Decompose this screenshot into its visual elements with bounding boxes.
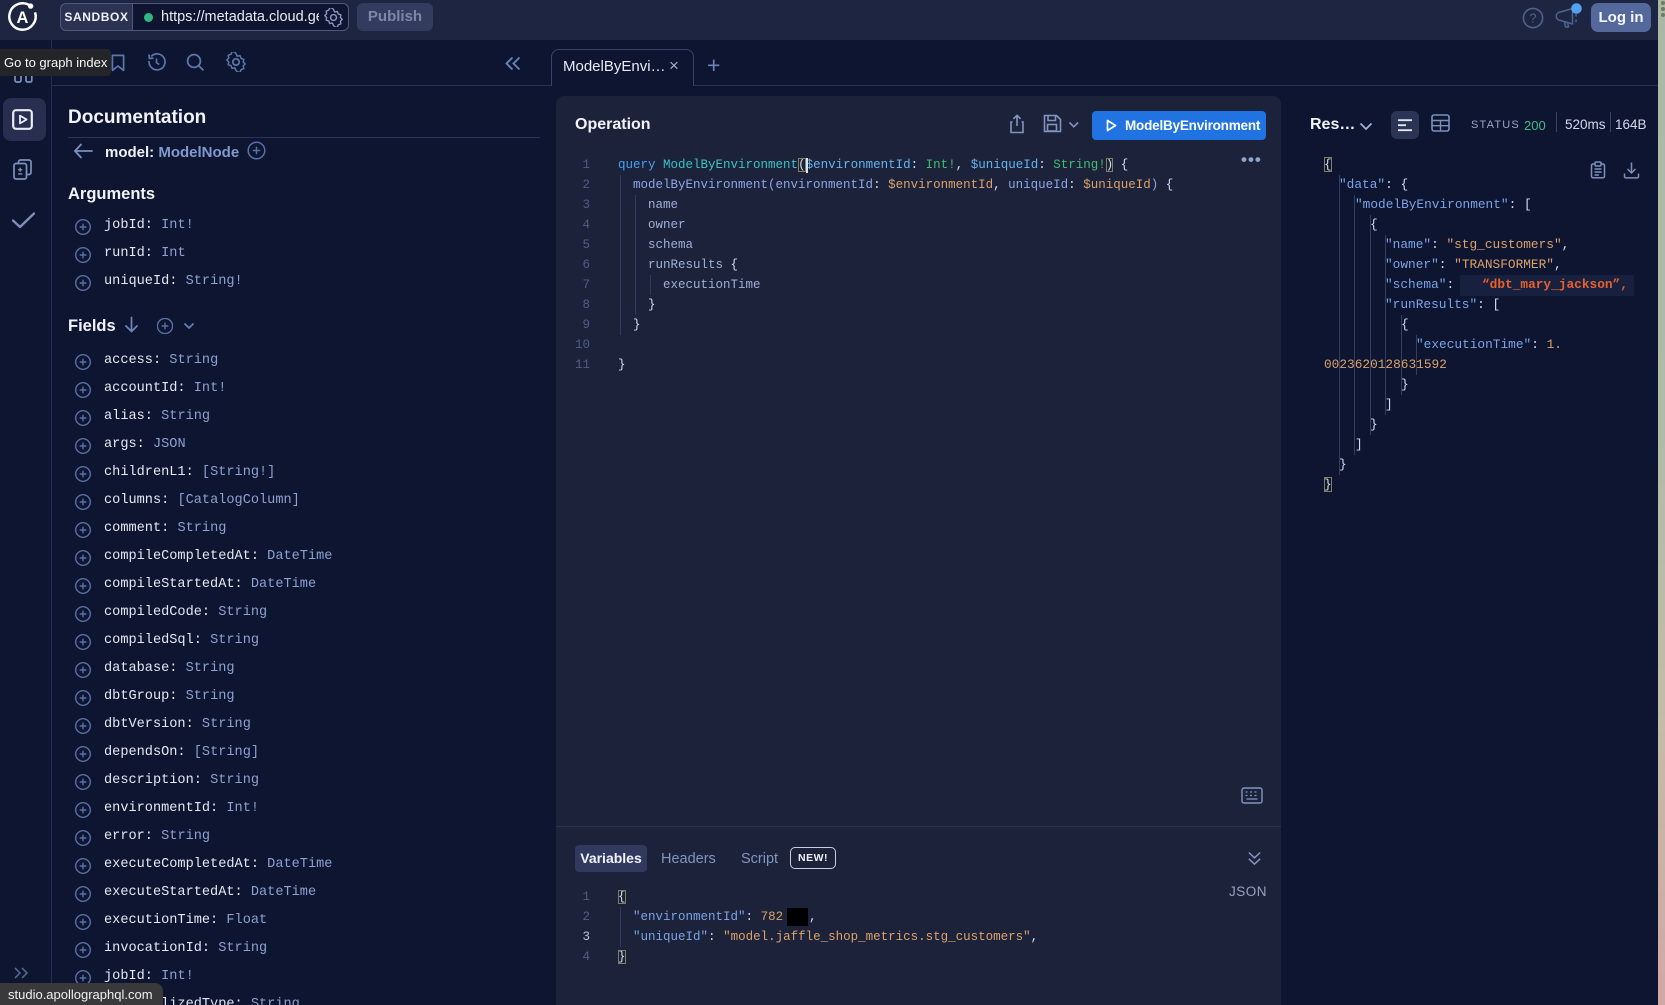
svg-text:A: A bbox=[17, 9, 29, 27]
svg-text:?: ? bbox=[1530, 12, 1537, 26]
